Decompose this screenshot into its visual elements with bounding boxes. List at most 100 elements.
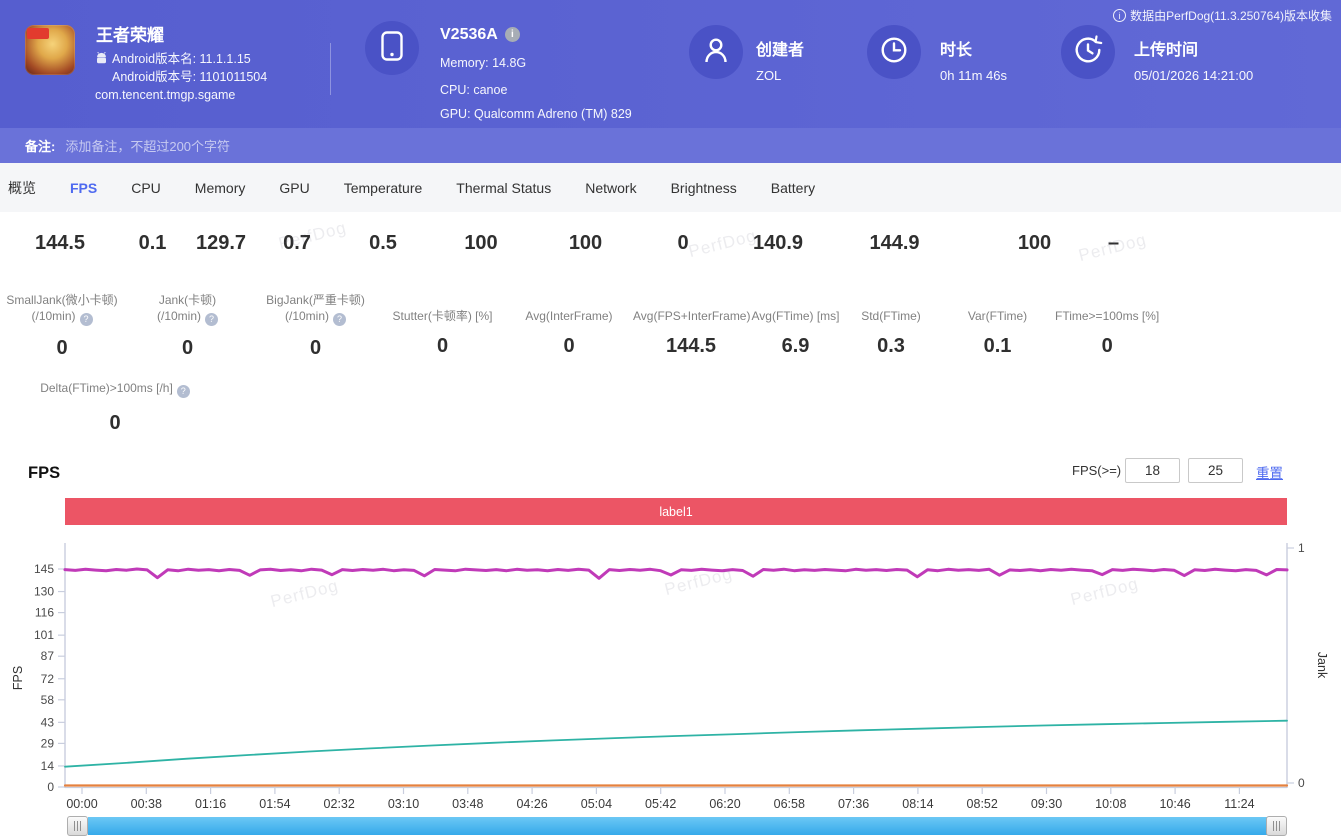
tab[interactable]: Thermal Status [456, 180, 551, 196]
stat-value: 0.1 [120, 229, 185, 257]
device-info-icon[interactable]: i [505, 27, 520, 42]
svg-text:01:54: 01:54 [259, 797, 290, 811]
help-icon[interactable]: ? [177, 385, 190, 398]
range-handle-left[interactable] [67, 816, 88, 836]
stat-value: 129.7 [185, 229, 257, 257]
report-header: 王者荣耀 Android版本名: 11.1.1.15 Android版本号: 1… [0, 0, 1341, 128]
svg-text:116: 116 [35, 606, 54, 620]
help-icon[interactable]: ? [80, 313, 93, 326]
device-model: V2536A [440, 26, 498, 43]
stat-value: 0.3 [842, 332, 940, 360]
svg-text:10:46: 10:46 [1159, 797, 1190, 811]
remark-bar[interactable]: 备注: 添加备注，不超过200个字符 [0, 128, 1341, 163]
fps-chart[interactable]: 14513011610187725843291401000:0000:3801:… [0, 533, 1341, 825]
tab[interactable]: FPS [70, 180, 97, 196]
upload-icon-circle [1061, 25, 1115, 79]
upload-value: 05/01/2026 14:21:00 [1134, 68, 1253, 83]
stat-value: 6.9 [749, 332, 842, 360]
tab[interactable]: Temperature [344, 180, 423, 196]
stat-value: 0 [251, 334, 380, 362]
tab-bar: 概览 FPS CPU Memory GPU Temperature Thermal Stat… [0, 163, 1341, 212]
svg-text:08:52: 08:52 [967, 797, 998, 811]
stat-value: 0 [638, 229, 728, 257]
tab[interactable]: Brightness [671, 180, 737, 196]
anniversary-badge [27, 28, 49, 39]
svg-text:04:26: 04:26 [516, 797, 547, 811]
perfdog-report-page: 王者荣耀 Android版本名: 11.1.1.15 Android版本号: 1… [0, 0, 1341, 837]
svg-text:11:24: 11:24 [1224, 797, 1254, 811]
fps-filter-label: FPS(>=) [1072, 463, 1121, 478]
svg-text:05:04: 05:04 [581, 797, 612, 811]
svg-text:02:32: 02:32 [324, 797, 355, 811]
info-icon: i [1113, 9, 1126, 22]
stat-value: 0 [1055, 332, 1159, 360]
svg-text:09:30: 09:30 [1031, 797, 1062, 811]
tab[interactable]: Battery [771, 180, 815, 196]
creator-value: ZOL [756, 68, 781, 83]
android-version-name: Android版本名: 11.1.1.15 [112, 48, 251, 67]
clock-icon [879, 35, 909, 70]
stat-value: 140.9 [728, 229, 828, 257]
help-icon[interactable]: ? [333, 313, 346, 326]
creator-label: 创建者 [756, 36, 804, 60]
stat-label: Var(FTime) [940, 292, 1055, 324]
stat-value: 0.7 [257, 229, 337, 257]
fps-threshold-input-1[interactable] [1125, 458, 1180, 483]
stat-label: Avg(InterFrame) [505, 292, 633, 324]
stat-block: Stutter(卡顿率) [%] 0 [380, 292, 505, 362]
stat-block: Var(FTime) 0.1 [940, 292, 1055, 362]
remark-placeholder: 添加备注，不超过200个字符 [65, 136, 230, 155]
reset-link[interactable]: 重置 [1256, 462, 1283, 482]
stat-block: SmallJank(微小卡顿) (/10min)? 0 [0, 292, 124, 362]
stat-block: BigJank(严重卡顿) (/10min)? 0 [251, 292, 380, 362]
phone-icon [379, 30, 405, 67]
svg-text:Jank: Jank [1315, 652, 1329, 679]
stat-value: 0.5 [337, 229, 429, 257]
device-cpu: CPU: canoe [440, 83, 507, 97]
remark-label: 备注: [25, 136, 55, 155]
android-icon [95, 51, 108, 70]
stat-value: 100 [533, 229, 638, 257]
stat-value: 0 [0, 334, 124, 362]
device-gpu: GPU: Qualcomm Adreno (TM) 829 [440, 107, 632, 121]
svg-text:FPS: FPS [11, 666, 25, 690]
duration-value: 0h 11m 46s [940, 68, 1007, 83]
fps-threshold-input-2[interactable] [1188, 458, 1243, 483]
stat-block: Avg(FPS+InterFrame) 144.5 [633, 292, 749, 362]
chart-range-track[interactable] [88, 817, 1267, 835]
header-divider [330, 43, 331, 95]
tab[interactable]: 概览 [8, 178, 36, 198]
grip-icon [1273, 821, 1281, 831]
collect-note: i 数据由PerfDog(11.3.250764)版本收集 [1113, 7, 1332, 24]
tab[interactable]: Memory [195, 180, 246, 196]
band-label: label1 [659, 505, 692, 519]
tab[interactable]: GPU [279, 180, 309, 196]
tab[interactable]: Network [585, 180, 636, 196]
stat-value: 100 [961, 229, 1108, 257]
stat-block: Jank(卡顿) (/10min)? 0 [124, 292, 251, 362]
stat-label: Jank(卡顿) (/10min)? [124, 292, 251, 326]
svg-text:14: 14 [41, 759, 55, 773]
svg-text:03:10: 03:10 [388, 797, 419, 811]
collect-note-text: 数据由PerfDog(11.3.250764)版本收集 [1130, 7, 1332, 24]
stat-value: 0 [380, 332, 505, 360]
svg-text:29: 29 [41, 736, 55, 750]
svg-text:101: 101 [34, 628, 54, 642]
stat-label: FTime>=100ms [%] [1055, 292, 1159, 324]
svg-text:01:16: 01:16 [195, 797, 226, 811]
stat-value: 0.1 [940, 332, 1055, 360]
delta-value: 0 [0, 412, 230, 435]
tab[interactable]: CPU [131, 180, 161, 196]
device-icon-circle [365, 21, 419, 75]
device-memory: Memory: 14.8G [440, 56, 526, 70]
svg-text:72: 72 [41, 672, 55, 686]
stats-row-1: 144.50.1129.70.70.51001000140.9144.9100– [0, 229, 1119, 257]
stat-block: Std(FTime) 0.3 [842, 292, 940, 362]
stat-block: FTime>=100ms [%] 0 [1055, 292, 1159, 362]
stat-value: 100 [429, 229, 533, 257]
svg-text:0: 0 [1298, 776, 1305, 790]
range-handle-right[interactable] [1266, 816, 1287, 836]
help-icon[interactable]: ? [205, 313, 218, 326]
stat-block: Avg(FTime) [ms] 6.9 [749, 292, 842, 362]
duration-icon-circle [867, 25, 921, 79]
